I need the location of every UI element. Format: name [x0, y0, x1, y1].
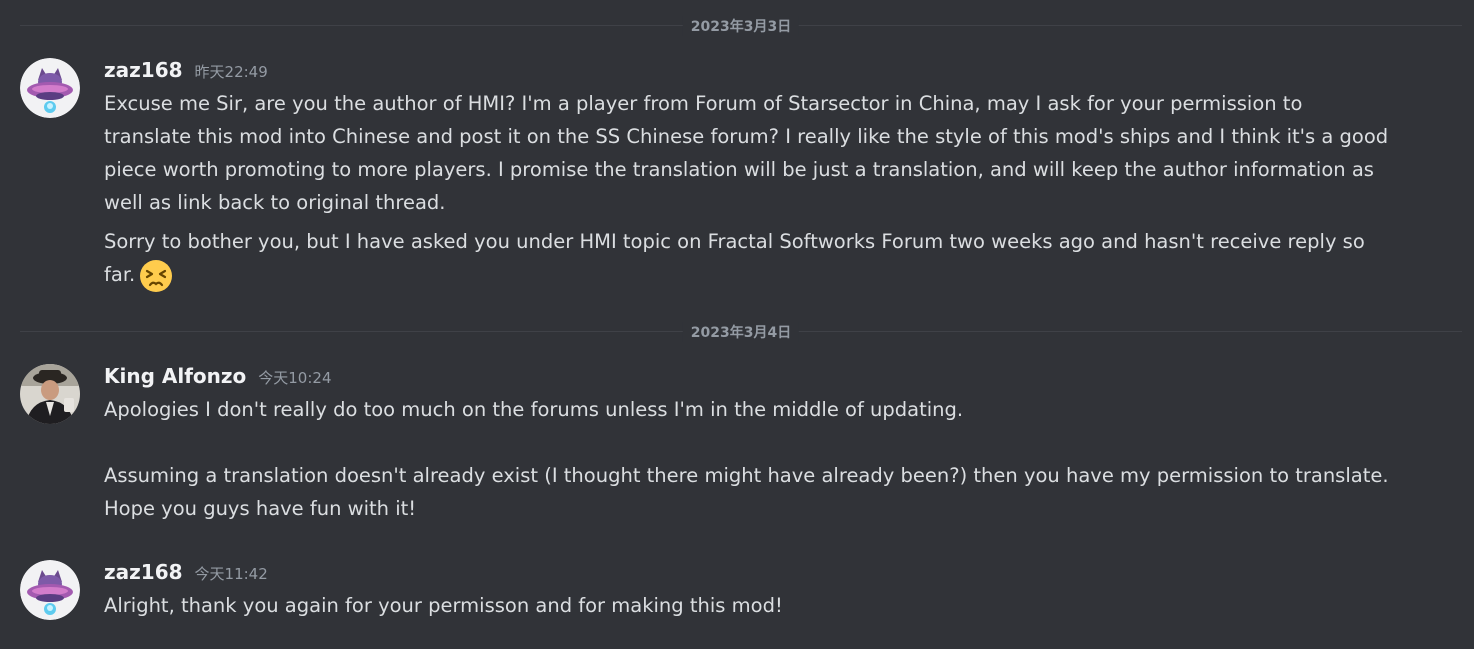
username[interactable]: zaz168	[104, 560, 183, 584]
message-header: zaz168 昨天22:49	[104, 58, 268, 82]
message-content: Excuse me Sir, are you the author of HMI…	[104, 87, 1394, 293]
date-divider-label: 2023年3月3日	[682, 16, 800, 36]
timestamp[interactable]: 今天10:24	[258, 367, 331, 388]
ufo-avatar-icon	[20, 58, 80, 118]
message-text: Excuse me Sir, are you the author of HMI…	[104, 92, 1389, 214]
username[interactable]: zaz168	[104, 58, 183, 82]
message-text: Assuming a translation doesn't already e…	[104, 464, 1389, 520]
avatar[interactable]	[20, 560, 80, 620]
message-text: Alright, thank you again for your permis…	[104, 594, 783, 617]
ufo-avatar-icon	[20, 560, 80, 620]
message-content: Alright, thank you again for your permis…	[104, 589, 1394, 622]
message-text: Apologies I don't really do too much on …	[104, 398, 964, 421]
date-divider: 2023年3月3日	[20, 16, 1462, 36]
persevering-face-emoji-icon[interactable]	[139, 259, 173, 293]
date-divider: 2023年3月4日	[20, 322, 1462, 342]
avatar[interactable]	[20, 364, 80, 424]
date-divider-label: 2023年3月4日	[682, 322, 800, 342]
username[interactable]: King Alfonzo	[104, 364, 246, 388]
message-header: zaz168 今天11:42	[104, 560, 268, 584]
person-avatar-icon	[20, 364, 80, 424]
message-text: Sorry to bother you, but I have asked yo…	[104, 230, 1365, 286]
message-header: King Alfonzo 今天10:24	[104, 364, 332, 388]
timestamp[interactable]: 今天11:42	[195, 563, 268, 584]
message-text-with-emoji: Sorry to bother you, but I have asked yo…	[104, 225, 1394, 293]
timestamp[interactable]: 昨天22:49	[195, 61, 268, 82]
message-content: Apologies I don't really do too much on …	[104, 393, 1394, 525]
avatar[interactable]	[20, 58, 80, 118]
